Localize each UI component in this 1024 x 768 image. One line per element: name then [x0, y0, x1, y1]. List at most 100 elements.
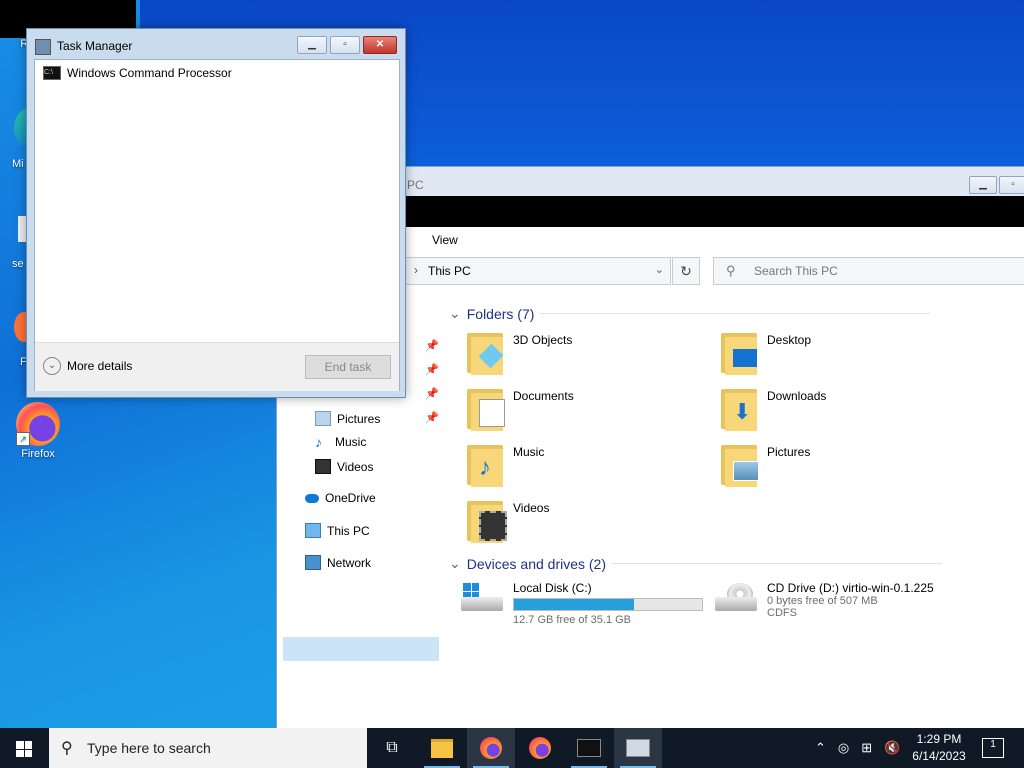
taskbar-firefox[interactable]: [516, 728, 564, 768]
taskbar-search-box[interactable]: ⚲ Type here to search: [49, 728, 367, 768]
clock[interactable]: 1:29 PM 6/14/2023: [898, 731, 980, 765]
more-details-button[interactable]: ⌄ More details: [43, 357, 132, 375]
folder-videos[interactable]: Videos: [467, 501, 549, 543]
start-button[interactable]: [0, 728, 48, 768]
nav-item-label: Network: [327, 555, 372, 570]
task-manager-window[interactable]: Task Manager ▁ ▫ ✕ C:\ Windows Command P…: [26, 28, 406, 398]
folders-group-header[interactable]: ⌄ Folders (7): [449, 305, 931, 322]
more-details-label: More details: [67, 359, 133, 373]
computer-icon: [305, 523, 321, 538]
folder-label: Desktop: [767, 333, 812, 347]
desktop-icon-firefox[interactable]: ↗ Firefox: [8, 402, 68, 460]
task-manager-title-bar[interactable]: Task Manager ▁ ▫ ✕: [27, 29, 405, 59]
chevron-down-icon: ⌄: [449, 305, 461, 321]
music-icon: ♪: [315, 433, 322, 450]
close-button[interactable]: ✕: [363, 36, 397, 54]
chevron-down-icon[interactable]: ⌄: [655, 263, 664, 276]
nav-item-label: OneDrive: [325, 491, 376, 505]
ribbon-tab-view[interactable]: View: [432, 233, 458, 247]
task-manager-footer: ⌄ More details End task: [35, 342, 399, 391]
search-icon: ⚲: [61, 740, 73, 757]
folder-music[interactable]: ♪ Music: [467, 445, 544, 487]
videos-icon: [315, 459, 331, 474]
nav-item-onedrive[interactable]: OneDrive: [305, 491, 376, 505]
minimize-button[interactable]: ▁: [297, 36, 327, 54]
cmd-icon: [577, 739, 601, 757]
content-pane: ⌄ Folders (7) 3D Objects Desktop Documen…: [439, 287, 1024, 727]
nav-item-pictures[interactable]: Pictures: [315, 411, 380, 426]
desktop-icon-label: Mi: [12, 158, 24, 170]
folder-documents[interactable]: Documents: [467, 389, 574, 431]
refresh-button[interactable]: ↻: [672, 257, 700, 285]
folder-desktop[interactable]: Desktop: [721, 333, 811, 375]
folder-label: 3D Objects: [513, 333, 573, 347]
end-task-button[interactable]: End task: [305, 355, 391, 379]
hard-drive-icon: [461, 581, 505, 615]
maximize-button[interactable]: ▫: [330, 36, 360, 54]
drive-name: CD Drive (D:) virtio-win-0.1.225: [767, 581, 934, 595]
cloud-icon: [305, 493, 319, 503]
pin-icon: 📌: [425, 388, 439, 400]
folder-icon: [431, 738, 453, 758]
cd-drive-icon: [715, 581, 759, 615]
clock-date: 6/14/2023: [912, 749, 966, 763]
taskbar-file-explorer[interactable]: [418, 728, 466, 768]
drive-free-space: 0 bytes free of 507 MB: [767, 595, 878, 607]
windows-logo-icon: [16, 741, 32, 757]
taskbar-firefox-active[interactable]: [467, 728, 515, 768]
process-row[interactable]: C:\ Windows Command Processor: [43, 66, 232, 80]
address-path: This PC: [428, 264, 471, 278]
window-title: PC: [407, 178, 424, 192]
nav-item-videos[interactable]: Videos: [315, 459, 373, 474]
search-box[interactable]: ⚲ Search This PC: [713, 257, 1024, 285]
divider: [540, 313, 931, 314]
nav-item-this-pc[interactable]: This PC: [305, 523, 370, 538]
folder-pictures[interactable]: Pictures: [721, 445, 810, 487]
chevron-up-icon[interactable]: ⌃: [815, 740, 826, 756]
nav-item-music[interactable]: ♪ Music: [315, 433, 366, 450]
cmd-icon: C:\: [43, 66, 61, 80]
taskbar-task-manager[interactable]: [614, 728, 662, 768]
pictures-icon: [315, 411, 331, 426]
drive-cd-d[interactable]: CD Drive (D:) virtio-win-0.1.225 0 bytes…: [715, 581, 934, 619]
taskbar-command-prompt[interactable]: [565, 728, 613, 768]
firefox-icon: [480, 737, 502, 759]
drive-free-space: 12.7 GB free of 35.1 GB: [513, 614, 632, 626]
camera-icon[interactable]: ◎: [838, 740, 849, 756]
black-overlay-strip: [404, 196, 1024, 227]
folder-videos-icon: [467, 501, 507, 543]
system-tray: ⌃ ◎ ⊞ 🔇: [815, 728, 900, 768]
process-name: Windows Command Processor: [67, 66, 232, 80]
address-bar[interactable]: › This PC ⌄: [405, 257, 671, 285]
desktop-icon-label: se: [12, 258, 24, 270]
notification-button[interactable]: 1: [982, 738, 1004, 758]
search-placeholder: Search This PC: [754, 264, 838, 278]
drive-usage-fill: [514, 599, 635, 610]
folder-downloads[interactable]: ⬇ Downloads: [721, 389, 826, 431]
process-list: C:\ Windows Command Processor ⌄ More det…: [34, 59, 400, 391]
drive-usage-bar: [513, 598, 703, 611]
task-manager-icon: [626, 739, 650, 757]
divider: [612, 563, 943, 564]
shortcut-arrow-icon: ↗: [16, 432, 30, 446]
folder-desktop-icon: [721, 333, 759, 375]
network-icon[interactable]: ⊞: [861, 740, 872, 756]
drives-group-header[interactable]: ⌄ Devices and drives (2): [449, 555, 943, 572]
nav-selection-highlight: [283, 637, 439, 661]
folder-label: Downloads: [767, 389, 827, 403]
minimize-button[interactable]: ▁: [969, 176, 997, 194]
folder-3d-objects[interactable]: 3D Objects: [467, 333, 572, 375]
network-icon: [305, 555, 321, 570]
nav-item-label: Pictures: [337, 411, 381, 426]
maximize-button[interactable]: ▫: [999, 176, 1024, 194]
drive-local-disk-c[interactable]: Local Disk (C:) 12.7 GB free of 35.1 GB: [461, 581, 703, 626]
folder-label: Music: [513, 445, 545, 459]
chevron-down-icon: ⌄: [43, 357, 61, 375]
nav-item-network[interactable]: Network: [305, 555, 371, 570]
task-view-button[interactable]: ⧉: [368, 728, 416, 768]
nav-item-label: This PC: [327, 523, 370, 538]
taskbar: ⚲ Type here to search ⧉ ⌃ ◎ ⊞ 🔇 1:29 PM …: [0, 728, 1024, 768]
folder-music-icon: ♪: [467, 445, 505, 487]
firefox-icon: [529, 737, 551, 759]
nav-item-label: Videos: [337, 459, 374, 474]
